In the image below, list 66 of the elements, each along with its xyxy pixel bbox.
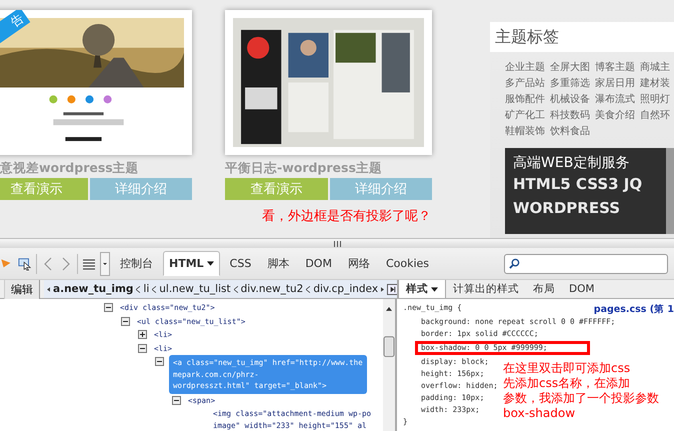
edit-button[interactable]: 编辑 — [4, 280, 40, 298]
collapse-toggle-icon[interactable] — [138, 344, 147, 352]
caret-icon — [206, 261, 214, 266]
tag-link[interactable]: 自然环 — [640, 109, 674, 122]
panel-tab[interactable]: 脚本 — [261, 250, 296, 277]
scroll-right-icon[interactable] — [381, 286, 384, 292]
collapse-toggle-icon[interactable] — [172, 396, 181, 404]
tag-link[interactable]: 服饰配件 — [505, 93, 550, 106]
tag-link[interactable]: 饮料食品 — [550, 125, 595, 138]
search-icon — [509, 258, 520, 269]
scroll-end-icon[interactable] — [387, 284, 398, 294]
collapse-toggle-icon[interactable] — [155, 357, 164, 366]
annotation-line: 在这里双击即可添加css — [503, 361, 632, 376]
tag-link[interactable]: 博客主题 — [595, 61, 640, 74]
grip-icon[interactable] — [334, 240, 340, 246]
tag-link[interactable]: 企业主题 — [505, 61, 550, 74]
tag-link[interactable]: 家居日用 — [595, 77, 640, 90]
side-tab[interactable]: 计算出的样式 — [446, 280, 526, 298]
tag-link[interactable]: 商城主 — [640, 61, 674, 74]
breadcrumb-item[interactable]: div.new_tu2 — [240, 283, 304, 295]
side-tab[interactable]: DOM — [562, 281, 602, 297]
panel-tab[interactable]: 网络 — [342, 250, 376, 277]
search-field[interactable] — [504, 254, 668, 274]
tag-link[interactable]: 鞋帽装饰 — [505, 125, 550, 138]
tag-link[interactable]: 矿产化工 — [505, 109, 550, 122]
scrollbar[interactable] — [383, 299, 395, 431]
panel-tab[interactable]: DOM — [299, 251, 338, 276]
panel-tab[interactable]: HTML — [163, 251, 220, 276]
tag-link[interactable]: 多重筛选 — [550, 77, 595, 90]
annotation-line: 先添加css名称，在添加 — [503, 376, 632, 391]
panel-tab[interactable]: 控制台 — [114, 250, 159, 277]
banner-text: WORDPRESS — [513, 198, 620, 219]
separator-icon — [306, 286, 310, 292]
breadcrumb-item[interactable]: a.new_tu_img — [53, 283, 134, 295]
side-tab[interactable]: 样式 — [399, 280, 446, 298]
tag-link[interactable]: 多产品站 — [505, 77, 550, 90]
separator-icon — [136, 286, 140, 292]
tag-link[interactable]: 全屏大图 — [550, 61, 595, 74]
annotation-line: box-shadow — [503, 406, 576, 421]
source-link[interactable]: pages.css (第 1 — [594, 303, 674, 316]
scroll-left-icon[interactable] — [47, 286, 50, 292]
breadcrumb-item[interactable]: div.cp_index — [313, 283, 378, 295]
breadcrumb-item[interactable]: ul.new_tu_list — [159, 283, 231, 295]
tag-link[interactable]: 照明灯 — [640, 93, 674, 106]
banner-text: 高端WEB定制服务 — [513, 154, 630, 172]
caret-icon — [431, 286, 438, 292]
annotation-line: 参数，我添加了一个投影参数 — [503, 391, 659, 406]
tag-link[interactable]: 瀑布流式 — [595, 93, 640, 106]
panel-tab[interactable]: CSS — [224, 251, 258, 276]
panel-tab[interactable]: Cookies — [380, 251, 436, 276]
expand-toggle-icon[interactable] — [138, 330, 147, 339]
collapse-toggle-icon[interactable] — [121, 316, 130, 326]
breadcrumb-item[interactable]: li — [143, 283, 150, 295]
inspect-icon[interactable] — [18, 256, 32, 272]
annotation-text: 看，外边框是否有投影了呢？ — [262, 209, 431, 225]
service-banner[interactable]: 高端WEB定制服务 HTML5 CSS3 JQ WORDPRESS — [505, 148, 674, 234]
tag-link[interactable]: 建材装 — [640, 77, 674, 90]
side-tab[interactable]: 布局 — [526, 280, 562, 298]
tag-link[interactable]: 科技数码 — [550, 109, 595, 122]
tag-link[interactable]: 机械设备 — [550, 93, 595, 106]
tag-link[interactable]: 美食介绍 — [595, 109, 640, 122]
banner-text: HTML5 CSS3 JQ — [513, 174, 642, 195]
section-heading: 主题标签 — [490, 22, 674, 52]
separator-icon — [152, 286, 156, 292]
separator-icon — [234, 286, 238, 292]
collapse-toggle-icon[interactable] — [104, 303, 113, 312]
